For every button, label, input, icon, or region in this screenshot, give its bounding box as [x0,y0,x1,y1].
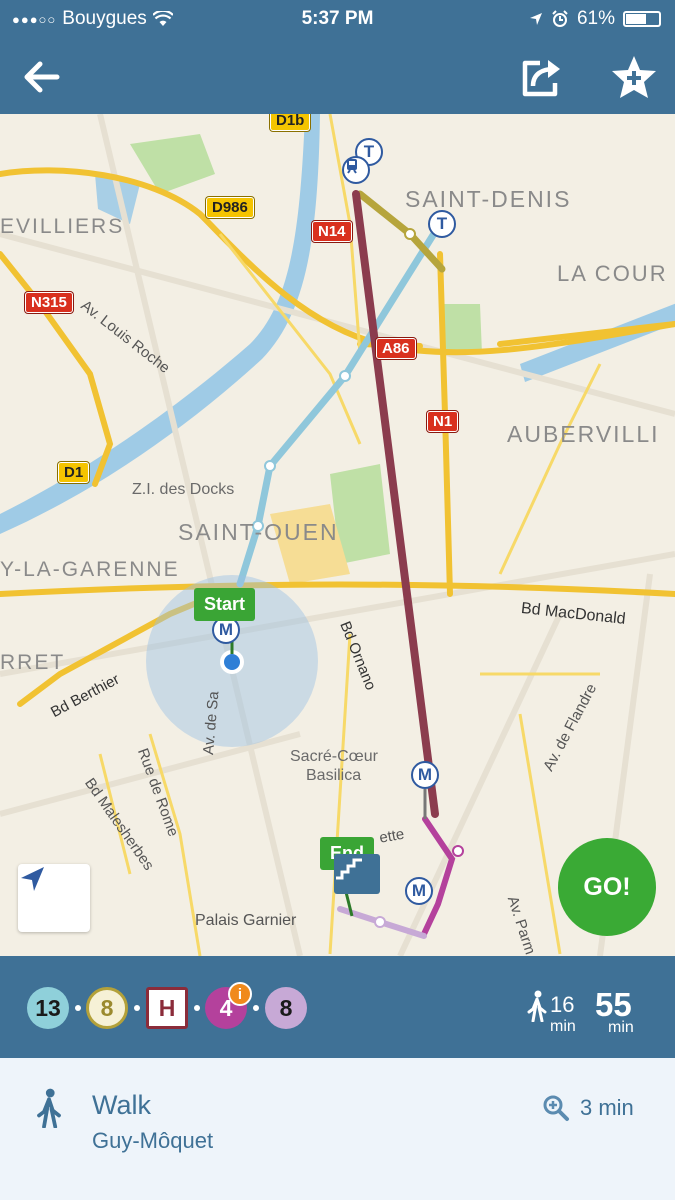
line-badge-h: H [146,987,188,1029]
line-badge-13: 13 [27,987,69,1029]
zoom-icon[interactable] [542,1094,570,1122]
train-icon [347,159,357,174]
road-shield: N315 [25,292,73,313]
battery-percent: 61% [576,8,615,29]
separator-dot [194,1005,200,1011]
route-map[interactable]: SAINT-DENIS LA COUR AUBERVILLI SAINT-OUE… [0,114,675,956]
separator-dot [134,1005,140,1011]
alarm-icon [552,10,568,27]
area-label: SAINT-OUEN [178,519,339,545]
road-shield: A86 [376,338,416,359]
back-button[interactable] [14,50,68,104]
start-pin[interactable]: Start [194,588,256,621]
road-shield: N1 [427,411,459,432]
train-stop-pin[interactable] [342,156,370,184]
star-plus-icon [612,56,656,98]
line-badge-8: 8 [86,987,128,1029]
stairs-exit-pin[interactable] [334,854,380,894]
separator-dot [253,1005,259,1011]
locate-me-button[interactable] [18,864,90,932]
favorite-button[interactable] [607,50,661,104]
road-shield: D1b [270,114,311,131]
route-step-walk[interactable]: Walk Guy-Môquet 3 min [0,1058,675,1200]
area-label: LA COUR [557,261,668,286]
place-label: Basilica [306,767,362,784]
status-bar: ●●●○○ Bouygues 5:37 PM 61% [0,0,675,40]
separator-dot [75,1005,81,1011]
metro-stop-pin[interactable]: M [405,877,433,905]
metro-stop-pin[interactable]: M [411,761,439,789]
location-arrow-icon [21,867,44,891]
area-label: EVILLIERS [0,215,125,238]
area-label: AUBERVILLI [507,421,660,447]
total-unit: min [608,1019,634,1036]
area-label: SAINT-DENIS [405,186,572,212]
place-label: Z.I. des Docks [132,481,235,498]
arrow-left-icon [24,61,60,93]
walk-minutes: 16 [550,992,575,1017]
walk-unit: min [550,1018,576,1035]
area-label: RRET [0,651,66,674]
walk-icon [527,990,547,1022]
status-right: 61% [529,8,661,30]
battery-icon [623,11,661,27]
share-icon [522,60,560,97]
nav-bar [0,40,675,114]
place-label: Sacré-Cœur [290,748,379,765]
line-badge-8b: 8 [265,987,307,1029]
step-duration: 3 min [580,1095,634,1120]
step-mode: Walk [92,1090,151,1120]
share-button[interactable] [514,50,568,104]
road-shield: D1 [58,462,90,483]
info-icon: i [228,982,252,1006]
tram-stop-pin[interactable]: T [428,210,456,238]
area-label: Y-LA-GARENNE [0,558,180,581]
walk-icon [37,1088,61,1128]
location-arrow-icon [529,13,542,25]
road-shield: N14 [312,221,352,242]
step-stop: Guy-Môquet [92,1128,214,1153]
place-label: Palais Garnier [195,912,297,929]
go-button[interactable]: GO! [558,838,656,936]
road-shield: D986 [206,197,254,218]
stairs-icon [336,858,362,880]
route-summary[interactable]: 13 8 H 4 i 8 16 min 55 min [0,956,675,1058]
